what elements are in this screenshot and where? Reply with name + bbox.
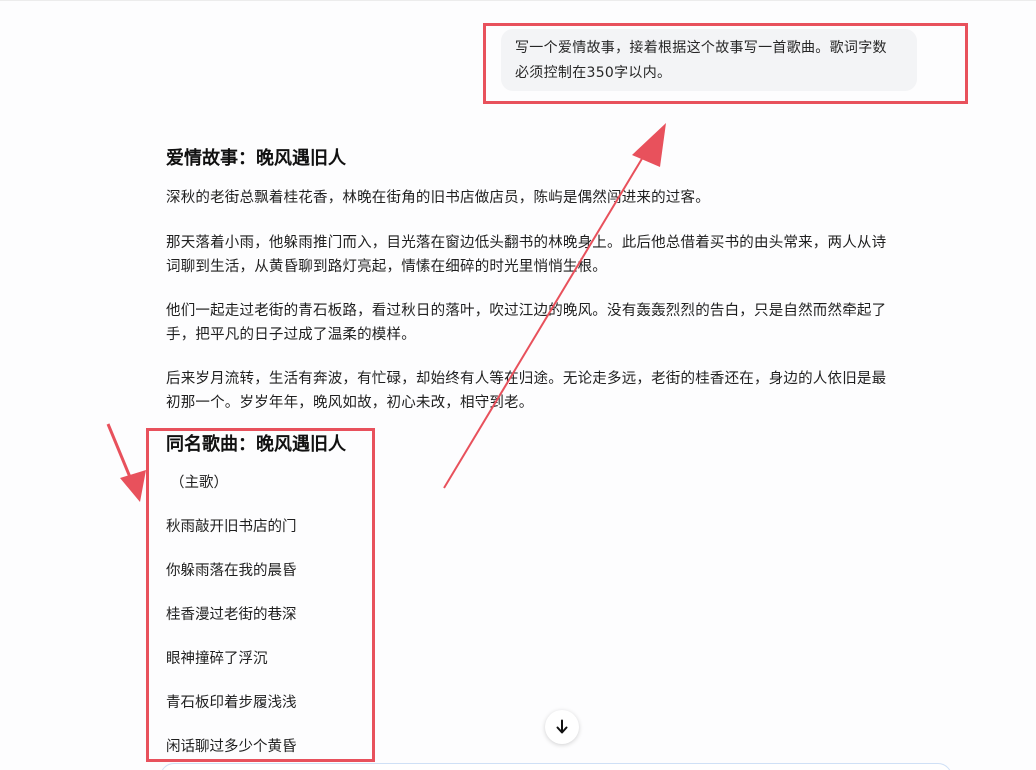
user-message-line-2: 必须控制在350字以内。 [515,65,672,81]
story-paragraph-3: 他们一起走过老街的青石板路，看过秋日的落叶，吹过江边的晚风。没有轰轰烈烈的告白，… [166,299,956,347]
message-input-box[interactable] [160,763,952,770]
story-paragraph-3-line-2: 手，把平凡的日子过成了温柔的模样。 [166,327,416,343]
song-title: 同名歌曲：晚风遇旧人 [166,434,346,455]
arrow-down-icon [556,719,568,734]
lyric-line: 秋雨敲开旧书店的门 [166,519,297,535]
story-paragraph-2: 那天落着小雨，他躲雨推门而入，目光落在窗边低头翻书的林晚身上。此后他总借着买书的… [166,231,956,279]
story-paragraph-3-line-1: 他们一起走过老街的青石板路，看过秋日的落叶，吹过江边的晚风。没有轰轰烈烈的告白，… [166,303,887,319]
lyric-line: 眼神撞碎了浮沉 [166,651,268,667]
story-paragraph-2-line-2: 词聊到生活，从黄昏聊到路灯亮起，情愫在细碎的时光里悄悄生根。 [166,259,607,275]
song-section-label: （主歌） [170,475,228,491]
story-paragraph-4: 后来岁月流转，生活有奔波，有忙碌，却始终有人等在归途。无论走多远，老街的桂香还在… [166,367,956,415]
lyric-line: 闲话聊过多少个黄昏 [166,739,297,755]
arrow-to-song-head [120,470,146,502]
story-paragraph-1: 深秋的老街总飘着桂花香，林晚在街角的旧书店做店员，陈屿是偶然闯进来的过客。 [166,186,956,210]
arrow-to-prompt-head [632,123,666,167]
story-paragraph-4-line-1: 后来岁月流转，生活有奔波，有忙碌，却始终有人等在归途。无论走多远，老街的桂香还在… [166,371,887,387]
lyric-line: 你躲雨落在我的晨昏 [166,563,297,579]
top-divider [0,0,1036,1]
story-paragraph-1-text: 深秋的老街总飘着桂花香，林晚在街角的旧书店做店员，陈屿是偶然闯进来的过客。 [166,190,710,206]
story-paragraph-4-line-2: 初那一个。岁岁年年，晚风如故，初心未改，相守到老。 [166,395,534,411]
lyric-line: 青石板印着步履浅浅 [166,695,297,711]
user-message-line-1: 写一个爱情故事，接着根据这个故事写一首歌曲。歌词字数 [515,40,887,56]
lyric-line: 桂香漫过老街的巷深 [166,607,297,623]
story-title: 爱情故事：晚风遇旧人 [166,148,346,169]
story-paragraph-2-line-1: 那天落着小雨，他躲雨推门而入，目光落在窗边低头翻书的林晚身上。此后他总借着买书的… [166,235,887,251]
arrow-to-song-line [106,423,134,483]
user-message-bubble: 写一个爱情故事，接着根据这个故事写一首歌曲。歌词字数 必须控制在350字以内。 [501,29,917,91]
chat-page: 写一个爱情故事，接着根据这个故事写一首歌曲。歌词字数 必须控制在350字以内。 … [0,0,1036,770]
scroll-down-button[interactable] [545,710,579,744]
